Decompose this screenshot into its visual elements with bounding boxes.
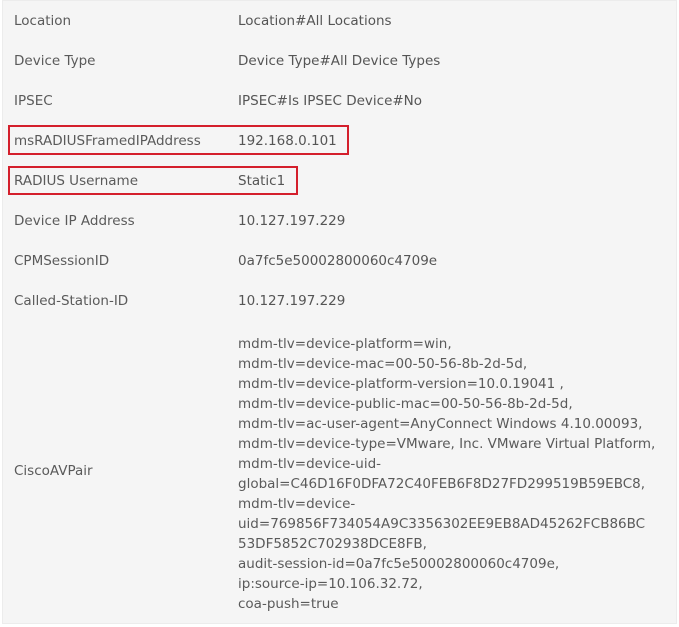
attribute-name: msRADIUSFramedIPAddress — [14, 133, 201, 149]
attribute-name: IPSEC — [14, 93, 53, 109]
attribute-value: Static1 — [238, 173, 286, 189]
avpair-line: coa-push=true — [238, 596, 339, 612]
avpair-line: mdm-tlv=device-platform=win, — [238, 336, 452, 352]
attribute-name: Location — [14, 13, 72, 29]
cisco-avpair-value: mdm-tlv=device-platform=win, mdm-tlv=dev… — [238, 334, 668, 614]
attribute-value: Location#All Locations — [238, 13, 392, 29]
avpair-line: audit-session-id=0a7fc5e50002800060c4709… — [238, 556, 560, 572]
attribute-name: Device Type — [14, 53, 96, 69]
avpair-line: mdm-tlv=device-uid- — [238, 456, 382, 472]
attribute-name: Called-Station-ID — [14, 293, 129, 309]
attribute-name: CiscoAVPair — [14, 463, 93, 479]
attribute-value: 10.127.197.229 — [238, 293, 346, 309]
avpair-line: mdm-tlv=ac-user-agent=AnyConnect Windows… — [238, 416, 643, 432]
attribute-value: 10.127.197.229 — [238, 213, 346, 229]
avpair-line: mdm-tlv=device- — [238, 496, 356, 512]
attribute-name: RADIUS Username — [14, 173, 139, 189]
attribute-value: Device Type#All Device Types — [238, 53, 441, 69]
avpair-line: 53DF5852C702938DCE8FB, — [238, 536, 427, 552]
avpair-line: global=C46D16F0DFA72C40FEB6F8D27FD299519… — [238, 476, 646, 492]
attribute-name: Device IP Address — [14, 213, 135, 229]
attribute-value: 0a7fc5e50002800060c4709e — [238, 253, 438, 269]
attribute-name: CPMSessionID — [14, 253, 110, 269]
avpair-line: mdm-tlv=device-platform-version=10.0.190… — [238, 376, 564, 392]
avpair-line: mdm-tlv=device-public-mac=00-50-56-8b-2d… — [238, 396, 573, 412]
avpair-line: mdm-tlv=device-type=VMware, Inc. VMware … — [238, 436, 656, 452]
avpair-line: ip:source-ip=10.106.32.72, — [238, 576, 423, 592]
avpair-line: uid=769856F734054A9C3356302EE9EB8AD45262… — [238, 516, 646, 532]
attributes-panel: Location Location#All Locations Device T… — [2, 0, 677, 624]
attribute-value: IPSEC#Is IPSEC Device#No — [238, 93, 423, 109]
avpair-line: mdm-tlv=device-mac=00-50-56-8b-2d-5d, — [238, 356, 528, 372]
attribute-value: 192.168.0.101 — [238, 133, 337, 149]
